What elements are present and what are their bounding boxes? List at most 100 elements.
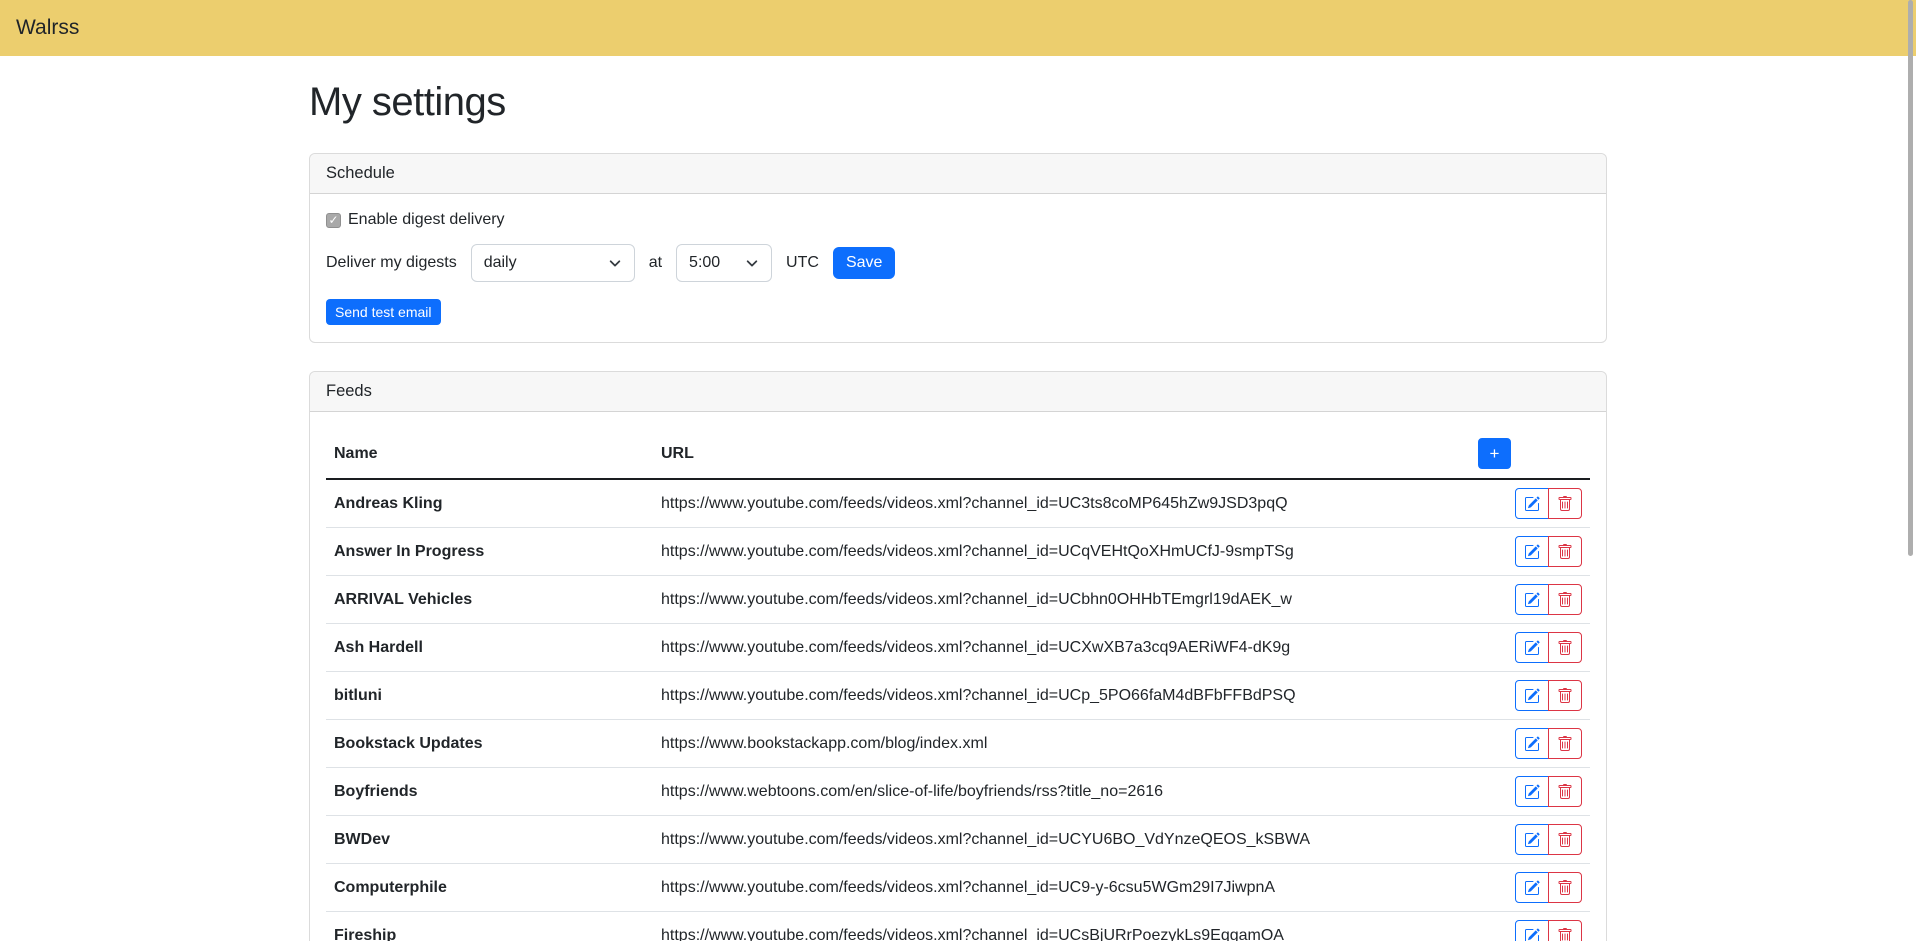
feed-url: https://www.youtube.com/feeds/videos.xml… bbox=[653, 672, 1470, 720]
edit-feed-button[interactable] bbox=[1515, 920, 1549, 941]
trash-icon bbox=[1557, 544, 1573, 560]
pencil-square-icon bbox=[1524, 688, 1540, 704]
delete-feed-button[interactable] bbox=[1548, 536, 1582, 567]
trash-icon bbox=[1557, 640, 1573, 656]
navbar: Walrss bbox=[0, 0, 1916, 56]
pencil-square-icon bbox=[1524, 832, 1540, 848]
pencil-square-icon bbox=[1524, 496, 1540, 512]
feed-name: bitluni bbox=[326, 672, 653, 720]
feed-actions bbox=[1515, 824, 1582, 855]
delete-feed-button[interactable] bbox=[1548, 584, 1582, 615]
feeds-card-header: Feeds bbox=[310, 372, 1606, 412]
feeds-table: Name URL + Andreas Klinghttps://www.yout… bbox=[326, 429, 1590, 941]
edit-feed-button[interactable] bbox=[1515, 728, 1549, 759]
feed-name: Answer In Progress bbox=[326, 528, 653, 576]
trash-icon bbox=[1557, 688, 1573, 704]
pencil-square-icon bbox=[1524, 640, 1540, 656]
trash-icon bbox=[1557, 496, 1573, 512]
frequency-selected-value: daily bbox=[484, 254, 517, 272]
feed-row: Answer In Progresshttps://www.youtube.co… bbox=[326, 528, 1590, 576]
feed-row: Fireshiphttps://www.youtube.com/feeds/vi… bbox=[326, 912, 1590, 941]
main-content: My settings Schedule ✓ Enable digest del… bbox=[309, 56, 1607, 941]
delete-feed-button[interactable] bbox=[1548, 920, 1582, 941]
feed-name: Bookstack Updates bbox=[326, 720, 653, 768]
feed-url: https://www.youtube.com/feeds/videos.xml… bbox=[653, 912, 1470, 941]
feed-row: BWDevhttps://www.youtube.com/feeds/video… bbox=[326, 816, 1590, 864]
schedule-card-body: ✓ Enable digest delivery Deliver my dige… bbox=[310, 194, 1606, 342]
feed-actions bbox=[1515, 584, 1582, 615]
feed-url: https://www.youtube.com/feeds/videos.xml… bbox=[653, 624, 1470, 672]
send-test-email-button[interactable]: Send test email bbox=[326, 299, 441, 325]
enable-digest-checkbox[interactable]: ✓ bbox=[326, 213, 341, 228]
feed-actions bbox=[1515, 536, 1582, 567]
pencil-square-icon bbox=[1524, 592, 1540, 608]
pencil-square-icon bbox=[1524, 544, 1540, 560]
vertical-scrollbar[interactable] bbox=[1908, 0, 1913, 556]
feeds-card: Feeds Name URL + Andreas Klinghttps://ww… bbox=[309, 371, 1607, 941]
feed-actions bbox=[1515, 872, 1582, 903]
feed-name: ARRIVAL Vehicles bbox=[326, 576, 653, 624]
feed-url: https://www.bookstackapp.com/blog/index.… bbox=[653, 720, 1470, 768]
feed-url: https://www.youtube.com/feeds/videos.xml… bbox=[653, 864, 1470, 912]
time-selected-value: 5:00 bbox=[689, 254, 720, 272]
feed-row: Ash Hardellhttps://www.youtube.com/feeds… bbox=[326, 624, 1590, 672]
feed-actions bbox=[1515, 680, 1582, 711]
trash-icon bbox=[1557, 832, 1573, 848]
edit-feed-button[interactable] bbox=[1515, 824, 1549, 855]
schedule-card: Schedule ✓ Enable digest delivery Delive… bbox=[309, 153, 1607, 343]
edit-feed-button[interactable] bbox=[1515, 776, 1549, 807]
feed-row: Bookstack Updateshttps://www.bookstackap… bbox=[326, 720, 1590, 768]
feed-url: https://www.youtube.com/feeds/videos.xml… bbox=[653, 816, 1470, 864]
pencil-square-icon bbox=[1524, 736, 1540, 752]
edit-feed-button[interactable] bbox=[1515, 488, 1549, 519]
edit-feed-button[interactable] bbox=[1515, 680, 1549, 711]
feed-actions bbox=[1515, 920, 1582, 941]
pencil-square-icon bbox=[1524, 880, 1540, 896]
at-label: at bbox=[649, 254, 662, 272]
feed-actions bbox=[1515, 632, 1582, 663]
feed-actions bbox=[1515, 776, 1582, 807]
feed-name: Computerphile bbox=[326, 864, 653, 912]
edit-feed-button[interactable] bbox=[1515, 536, 1549, 567]
delete-feed-button[interactable] bbox=[1548, 632, 1582, 663]
add-feed-button[interactable]: + bbox=[1478, 438, 1511, 469]
feeds-table-header-row: Name URL + bbox=[326, 429, 1590, 479]
enable-digest-label: Enable digest delivery bbox=[348, 211, 505, 229]
feed-name: Fireship bbox=[326, 912, 653, 941]
feed-row: bitlunihttps://www.youtube.com/feeds/vid… bbox=[326, 672, 1590, 720]
edit-feed-button[interactable] bbox=[1515, 872, 1549, 903]
trash-icon bbox=[1557, 592, 1573, 608]
delete-feed-button[interactable] bbox=[1548, 872, 1582, 903]
delete-feed-button[interactable] bbox=[1548, 776, 1582, 807]
chevron-down-icon bbox=[745, 256, 759, 270]
delete-feed-button[interactable] bbox=[1548, 488, 1582, 519]
time-select[interactable]: 5:00 bbox=[676, 244, 772, 282]
feed-actions bbox=[1515, 728, 1582, 759]
feed-url: https://www.youtube.com/feeds/videos.xml… bbox=[653, 479, 1470, 528]
utc-label: UTC bbox=[786, 254, 819, 272]
edit-feed-button[interactable] bbox=[1515, 632, 1549, 663]
feed-row: Andreas Klinghttps://www.youtube.com/fee… bbox=[326, 479, 1590, 528]
feed-actions bbox=[1515, 488, 1582, 519]
feed-name: Boyfriends bbox=[326, 768, 653, 816]
trash-icon bbox=[1557, 784, 1573, 800]
feed-url: https://www.youtube.com/feeds/videos.xml… bbox=[653, 576, 1470, 624]
feed-name: Ash Hardell bbox=[326, 624, 653, 672]
navbar-brand[interactable]: Walrss bbox=[16, 16, 79, 40]
schedule-card-header: Schedule bbox=[310, 154, 1606, 194]
page-title: My settings bbox=[309, 80, 1607, 125]
trash-icon bbox=[1557, 928, 1573, 941]
delete-feed-button[interactable] bbox=[1548, 728, 1582, 759]
delete-feed-button[interactable] bbox=[1548, 680, 1582, 711]
pencil-square-icon bbox=[1524, 928, 1540, 941]
feed-row: Boyfriendshttps://www.webtoons.com/en/sl… bbox=[326, 768, 1590, 816]
edit-feed-button[interactable] bbox=[1515, 584, 1549, 615]
feed-row: Computerphilehttps://www.youtube.com/fee… bbox=[326, 864, 1590, 912]
feeds-card-body: Name URL + Andreas Klinghttps://www.yout… bbox=[310, 412, 1606, 941]
save-button[interactable]: Save bbox=[833, 247, 895, 279]
delete-feed-button[interactable] bbox=[1548, 824, 1582, 855]
feed-row: ARRIVAL Vehicleshttps://www.youtube.com/… bbox=[326, 576, 1590, 624]
deliver-digests-label: Deliver my digests bbox=[326, 254, 457, 272]
frequency-select[interactable]: daily bbox=[471, 244, 635, 282]
url-column-header: URL bbox=[653, 429, 1470, 479]
